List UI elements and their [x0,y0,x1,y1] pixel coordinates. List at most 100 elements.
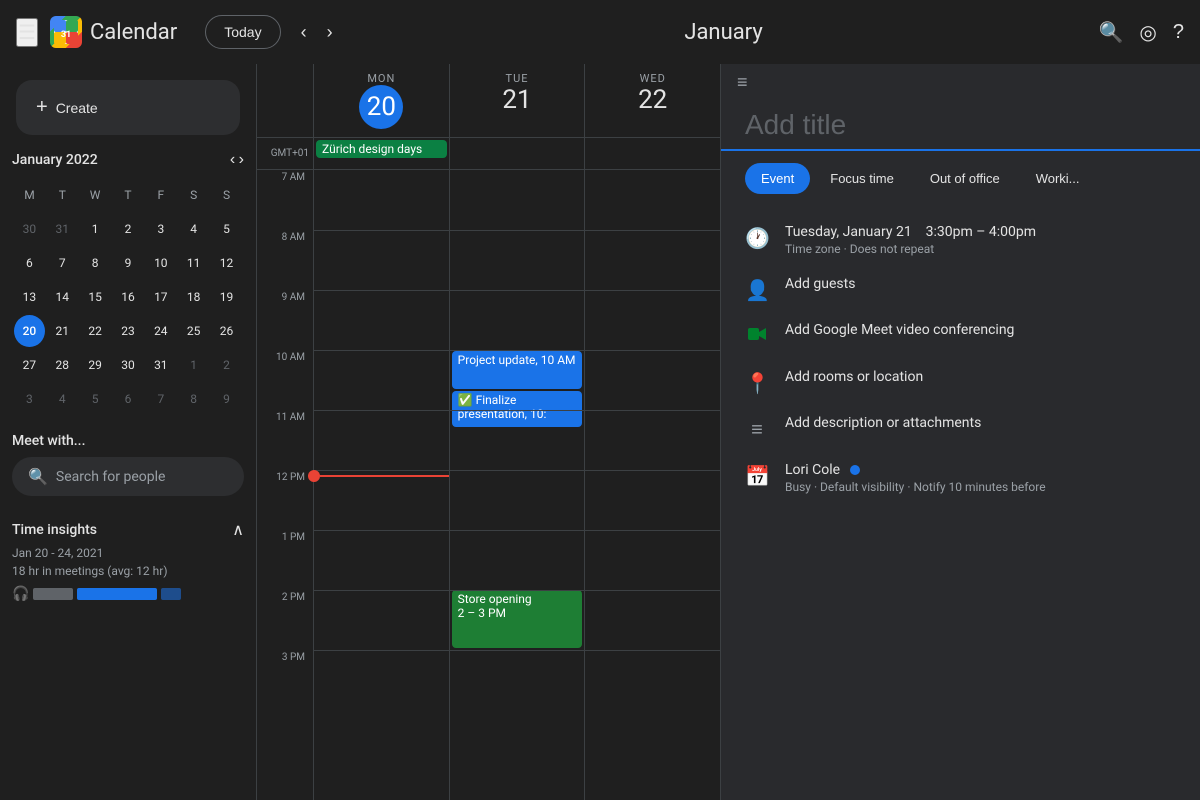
time-grid: 7 AM 8 AM 9 AM 10 AM 11 AM 12 PM 1 PM 2 … [257,170,720,800]
current-time-dot [308,470,320,482]
mini-cal-day[interactable]: 13 [14,281,45,313]
datetime-content: Tuesday, January 21 3:30pm – 4:00pm Time… [785,224,1176,256]
search-button[interactable]: 🔍 [1099,20,1124,45]
mini-cal-day[interactable]: 24 [145,315,176,347]
logo-wrapper: 31 Calendar [50,16,177,48]
description-row: ≡ Add description or attachments [721,405,1200,452]
calendar-row: 📅 Lori Cole Busy · Default visibility · … [721,452,1200,504]
mini-cal-day[interactable]: 26 [211,315,242,347]
mini-cal-day[interactable]: 6 [113,383,144,415]
meet-section: Meet with... 🔍 Search for people [0,417,256,504]
cal-day-num-tue[interactable]: 21 [454,85,581,115]
mini-cal-day[interactable]: 29 [80,349,111,381]
tab-focus-time[interactable]: Focus time [814,163,910,194]
mini-cal-prev[interactable]: ‹ [230,151,235,169]
time-label-11am: 11 AM [257,410,313,470]
mini-cal-day[interactable]: 25 [178,315,209,347]
zurich-event[interactable]: Zürich design days [316,140,447,158]
mini-cal-day[interactable]: 19 [211,281,242,313]
search-people-input[interactable]: 🔍 Search for people [12,457,244,496]
mini-cal-day[interactable]: 10 [145,247,176,279]
add-guests-button[interactable]: Add guests [785,276,1176,292]
mini-cal-day[interactable]: 30 [14,213,45,245]
today-button[interactable]: Today [205,15,280,49]
tab-event[interactable]: Event [745,163,810,194]
tab-working-location[interactable]: Worki... [1020,163,1096,194]
datetime-main[interactable]: Tuesday, January 21 3:30pm – 4:00pm [785,224,1176,240]
grid-col-tue[interactable]: Project update, 10 AM ✅ Finalize present… [449,170,585,800]
mini-cal-day[interactable]: 4 [47,383,78,415]
mini-cal-day[interactable]: 1 [178,349,209,381]
mini-cal-day[interactable]: 14 [47,281,78,313]
time-label-7am: 7 AM [257,170,313,230]
add-meet-button[interactable]: Add Google Meet video conferencing [785,322,1176,338]
mini-cal-day[interactable]: 31 [47,213,78,245]
event-title-input[interactable] [721,101,1200,151]
add-location-button[interactable]: Add rooms or location [785,369,1176,385]
guests-content: Add guests [785,276,1176,292]
mini-cal-day[interactable]: 22 [80,315,111,347]
mini-cal-day[interactable]: 8 [178,383,209,415]
mini-cal-day[interactable]: 3 [14,383,45,415]
weekday-header-f: F [145,179,176,211]
mini-cal-day[interactable]: 4 [178,213,209,245]
weekday-header-m: M [14,179,45,211]
mini-cal-day[interactable]: 6 [14,247,45,279]
mini-cal-day[interactable]: 5 [211,213,242,245]
mini-cal-day[interactable]: 11 [178,247,209,279]
mini-cal-day[interactable]: 9 [113,247,144,279]
hamburger-button[interactable]: ☰ [16,18,38,47]
panel-drag-handle: ≡ [721,64,1200,101]
help-button[interactable]: ? [1173,21,1184,44]
bar-segment-dark-blue [161,588,181,600]
prev-month-button[interactable]: ‹ [293,18,315,47]
mini-cal-day[interactable]: 30 [113,349,144,381]
add-description-button[interactable]: Add description or attachments [785,415,1176,431]
project-update-event[interactable]: Project update, 10 AM [452,351,583,389]
account-button[interactable]: ◎ [1139,20,1156,45]
insights-collapse-button[interactable]: ∧ [232,520,244,540]
mini-cal-day[interactable]: 7 [47,247,78,279]
mini-cal-day[interactable]: 27 [14,349,45,381]
mini-cal-day[interactable]: 17 [145,281,176,313]
guests-icon: 👤 [745,278,769,302]
mini-cal-header: January 2022 ‹ › [12,151,244,169]
mini-cal-day[interactable]: 18 [178,281,209,313]
allday-row: GMT+01 Zürich design days [257,138,720,170]
mini-cal-day[interactable]: 23 [113,315,144,347]
mini-cal-day[interactable]: 2 [113,213,144,245]
nav-arrows: ‹ › [293,18,341,47]
store-opening-event[interactable]: Store opening2 – 3 PM [452,590,583,648]
mini-cal-day[interactable]: 16 [113,281,144,313]
location-content: Add rooms or location [785,369,1176,385]
cal-day-num-mon[interactable]: 20 [359,85,403,129]
mini-cal-day[interactable]: 20 [14,315,45,347]
calendar-name[interactable]: Lori Cole [785,462,1176,478]
grid-col-wed[interactable] [584,170,720,800]
mini-cal-title: January 2022 [12,152,98,168]
mini-cal-day[interactable]: 2 [211,349,242,381]
mini-cal-day[interactable]: 9 [211,383,242,415]
create-button[interactable]: + Create [16,80,240,135]
grid-col-mon[interactable] [313,170,449,800]
mini-cal-day[interactable]: 5 [80,383,111,415]
datetime-sub[interactable]: Time zone · Does not repeat [785,242,1176,256]
mini-calendar: January 2022 ‹ › M T W T F S S [0,151,256,417]
tab-out-of-office[interactable]: Out of office [914,163,1016,194]
time-label-9am: 9 AM [257,290,313,350]
mini-cal-day[interactable]: 8 [80,247,111,279]
mini-cal-day[interactable]: 12 [211,247,242,279]
mini-cal-day[interactable]: 1 [80,213,111,245]
description-content: Add description or attachments [785,415,1176,431]
mini-cal-day[interactable]: 15 [80,281,111,313]
next-month-button[interactable]: › [319,18,341,47]
mini-cal-next[interactable]: › [239,151,244,169]
mini-cal-day[interactable]: 7 [145,383,176,415]
mini-cal-day[interactable]: 28 [47,349,78,381]
mini-cal-day[interactable]: 3 [145,213,176,245]
finalize-presentation-event[interactable]: ✅ Finalize presentation, 10: [452,391,583,427]
top-nav: ☰ 31 Calendar Today ‹ › January 🔍 ◎ ? [0,0,1200,64]
cal-day-num-wed[interactable]: 22 [589,85,716,115]
mini-cal-day[interactable]: 31 [145,349,176,381]
mini-cal-day[interactable]: 21 [47,315,78,347]
